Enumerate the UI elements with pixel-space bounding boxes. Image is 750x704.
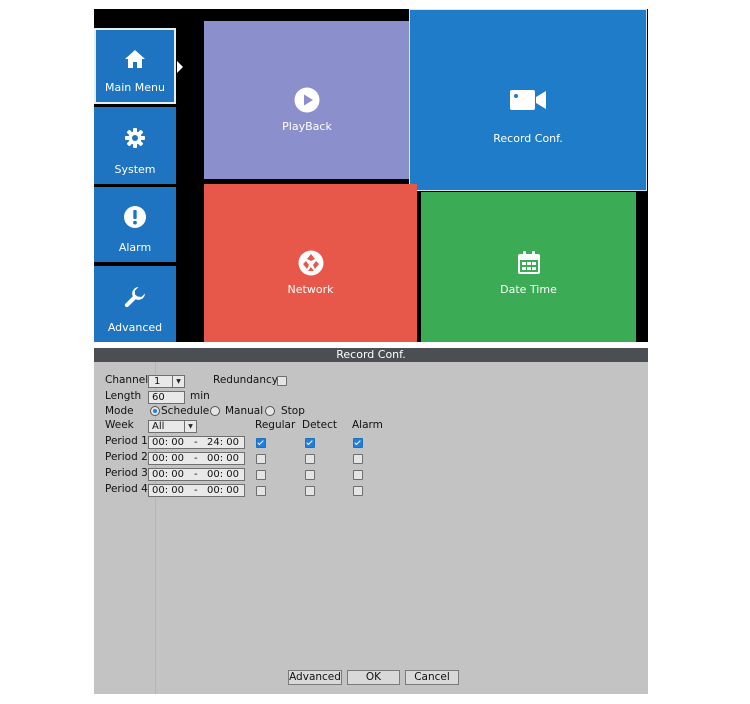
period-end: 00: 00	[207, 485, 239, 496]
ok-button[interactable]: OK	[347, 670, 400, 685]
sidebar-item-system[interactable]: System	[94, 107, 176, 184]
chevron-down-icon: ▼	[184, 421, 196, 432]
channel-value: 1	[154, 376, 161, 387]
mode-schedule-label: Schedule	[161, 405, 210, 417]
period-alarm-checkbox[interactable]	[353, 454, 363, 464]
mode-manual-label: Manual	[225, 405, 264, 417]
channel-label: Channel	[105, 374, 149, 386]
sidebar-item-main-menu[interactable]: Main Menu	[94, 28, 176, 104]
col-header-alarm: Alarm	[352, 419, 383, 431]
play-icon	[294, 87, 320, 113]
period-start: 00: 00	[152, 453, 184, 464]
period-label: Period 4	[105, 483, 148, 495]
length-input[interactable]: 60	[148, 391, 185, 404]
period-alarm-checkbox[interactable]	[353, 438, 363, 448]
sidebar-item-alarm[interactable]: Alarm	[94, 187, 176, 262]
period-time-input[interactable]: 00: 00 - 24: 00	[148, 436, 245, 449]
period-detect-checkbox[interactable]	[305, 486, 315, 496]
mode-stop-label: Stop	[281, 405, 305, 417]
tile-label: Network	[287, 283, 334, 296]
period-regular-checkbox[interactable]	[256, 454, 266, 464]
period-detect-checkbox[interactable]	[305, 470, 315, 480]
length-label: Length	[105, 390, 142, 402]
time-separator: -	[194, 453, 198, 464]
period-regular-checkbox[interactable]	[256, 470, 266, 480]
time-separator: -	[194, 437, 198, 448]
mode-manual-radio[interactable]	[210, 406, 220, 416]
week-select[interactable]: All ▼	[148, 420, 197, 433]
week-label: Week	[105, 419, 134, 431]
home-icon	[122, 46, 148, 72]
sidebar-item-advanced[interactable]: Advanced	[94, 266, 176, 342]
period-label: Period 3	[105, 467, 148, 479]
mode-schedule-radio[interactable]	[150, 406, 160, 416]
active-indicator-arrow	[177, 61, 183, 73]
tile-record-conf[interactable]: Record Conf.	[410, 10, 646, 190]
sidebar-item-label: System	[114, 163, 156, 176]
period-regular-checkbox[interactable]	[256, 486, 266, 496]
length-value: 60	[152, 392, 165, 403]
period-detect-checkbox[interactable]	[305, 454, 315, 464]
chevron-down-icon: ▼	[172, 376, 184, 387]
period-start: 00: 00	[152, 485, 184, 496]
advanced-button[interactable]: Advanced	[288, 670, 342, 685]
tile-label: PlayBack	[282, 120, 332, 133]
calendar-icon	[516, 250, 542, 276]
tile-label: Date Time	[500, 283, 557, 296]
wrench-icon	[122, 284, 148, 310]
period-end: 00: 00	[207, 469, 239, 480]
col-header-detect: Detect	[302, 419, 338, 431]
alarm-icon	[122, 204, 148, 230]
period-time-input[interactable]: 00: 00 - 00: 00	[148, 468, 245, 481]
cancel-button[interactable]: Cancel	[405, 670, 459, 685]
tile-date-time[interactable]: Date Time	[421, 192, 636, 342]
tile-network[interactable]: Network	[204, 184, 417, 342]
period-end: 00: 00	[207, 453, 239, 464]
length-unit: min	[190, 390, 210, 402]
period-time-input[interactable]: 00: 00 - 00: 00	[148, 452, 245, 465]
period-regular-checkbox[interactable]	[256, 438, 266, 448]
network-icon	[298, 250, 324, 276]
dialog-title: Record Conf.	[94, 348, 648, 362]
period-start: 00: 00	[152, 437, 184, 448]
mode-stop-radio[interactable]	[265, 406, 275, 416]
record-conf-dialog: Record Conf. Channel 1 ▼ Redundancy Leng…	[94, 348, 648, 694]
period-detect-checkbox[interactable]	[305, 438, 315, 448]
period-label: Period 2	[105, 451, 148, 463]
period-start: 00: 00	[152, 469, 184, 480]
sidebar-item-label: Advanced	[107, 321, 163, 334]
sidebar-item-label: Main Menu	[105, 81, 165, 94]
week-value: All	[152, 421, 165, 432]
period-alarm-checkbox[interactable]	[353, 486, 363, 496]
gear-icon	[122, 125, 148, 151]
period-alarm-checkbox[interactable]	[353, 470, 363, 480]
sidebar-item-label: Alarm	[118, 241, 152, 254]
channel-select[interactable]: 1 ▼	[148, 375, 185, 388]
col-header-regular: Regular	[255, 419, 296, 431]
time-separator: -	[194, 469, 198, 480]
redundancy-checkbox[interactable]	[277, 376, 287, 386]
period-label: Period 1	[105, 435, 148, 447]
redundancy-label: Redundancy	[213, 374, 278, 386]
mode-label: Mode	[105, 405, 134, 417]
tile-playback[interactable]: PlayBack	[204, 21, 410, 179]
tile-label: Record Conf.	[493, 132, 563, 145]
time-separator: -	[194, 485, 198, 496]
period-time-input[interactable]: 00: 00 - 00: 00	[148, 484, 245, 497]
period-end: 24: 00	[207, 437, 239, 448]
camera-icon	[509, 89, 547, 111]
